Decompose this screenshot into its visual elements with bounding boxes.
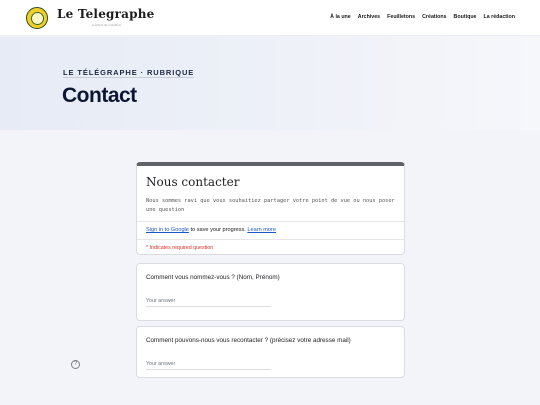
nav-item-la-redaction[interactable]: La rédaction: [484, 14, 516, 20]
name-answer-input[interactable]: [146, 296, 271, 307]
nav-item-creations[interactable]: Créations: [422, 14, 446, 20]
divider: [137, 221, 404, 222]
signin-text: to save your progress.: [188, 227, 248, 233]
page-title: Contact: [62, 84, 137, 107]
form-header-card: Nous contacter Nous sommes ravi que vous…: [136, 162, 405, 255]
help-icon[interactable]: ?: [71, 360, 80, 369]
question-label: Comment vous nommez-vous ? (Nom, Prénom): [146, 274, 280, 281]
question-card-contact: Comment pouvons-nous vous recontacter ? …: [136, 326, 405, 378]
question-label: Comment pouvons-nous vous recontacter ? …: [146, 337, 351, 344]
nav-item-a-la-une[interactable]: À la une: [330, 14, 351, 20]
section-kicker[interactable]: LE TÉLÉGRAPHE · RUBRIQUE: [63, 68, 194, 77]
signin-notice: Sign in to Google to save your progress.…: [146, 227, 276, 233]
contact-answer-input[interactable]: [146, 359, 271, 370]
required-note: * Indicates required question: [146, 245, 214, 251]
nav-item-feuilletons[interactable]: Feuilletons: [387, 14, 415, 20]
signin-link[interactable]: Sign in to Google: [146, 227, 189, 233]
nav-item-boutique[interactable]: Boutique: [454, 14, 477, 20]
site-logo[interactable]: [26, 7, 48, 29]
divider: [137, 239, 404, 240]
site-brand[interactable]: Le Telegraphe: [57, 7, 154, 21]
main-nav: À la une Archives Feuilletons Créations …: [330, 14, 515, 20]
form-description: Nous sommes ravi que vous souhaitiez par…: [146, 198, 395, 213]
learn-more-link[interactable]: Learn more: [247, 227, 276, 233]
site-header: Le Telegraphe journal de création À la u…: [0, 0, 540, 36]
form-title: Nous contacter: [146, 175, 240, 189]
question-card-name: Comment vous nommez-vous ? (Nom, Prénom): [136, 263, 405, 321]
site-tagline: journal de création: [92, 23, 121, 27]
nav-item-archives[interactable]: Archives: [358, 14, 380, 20]
